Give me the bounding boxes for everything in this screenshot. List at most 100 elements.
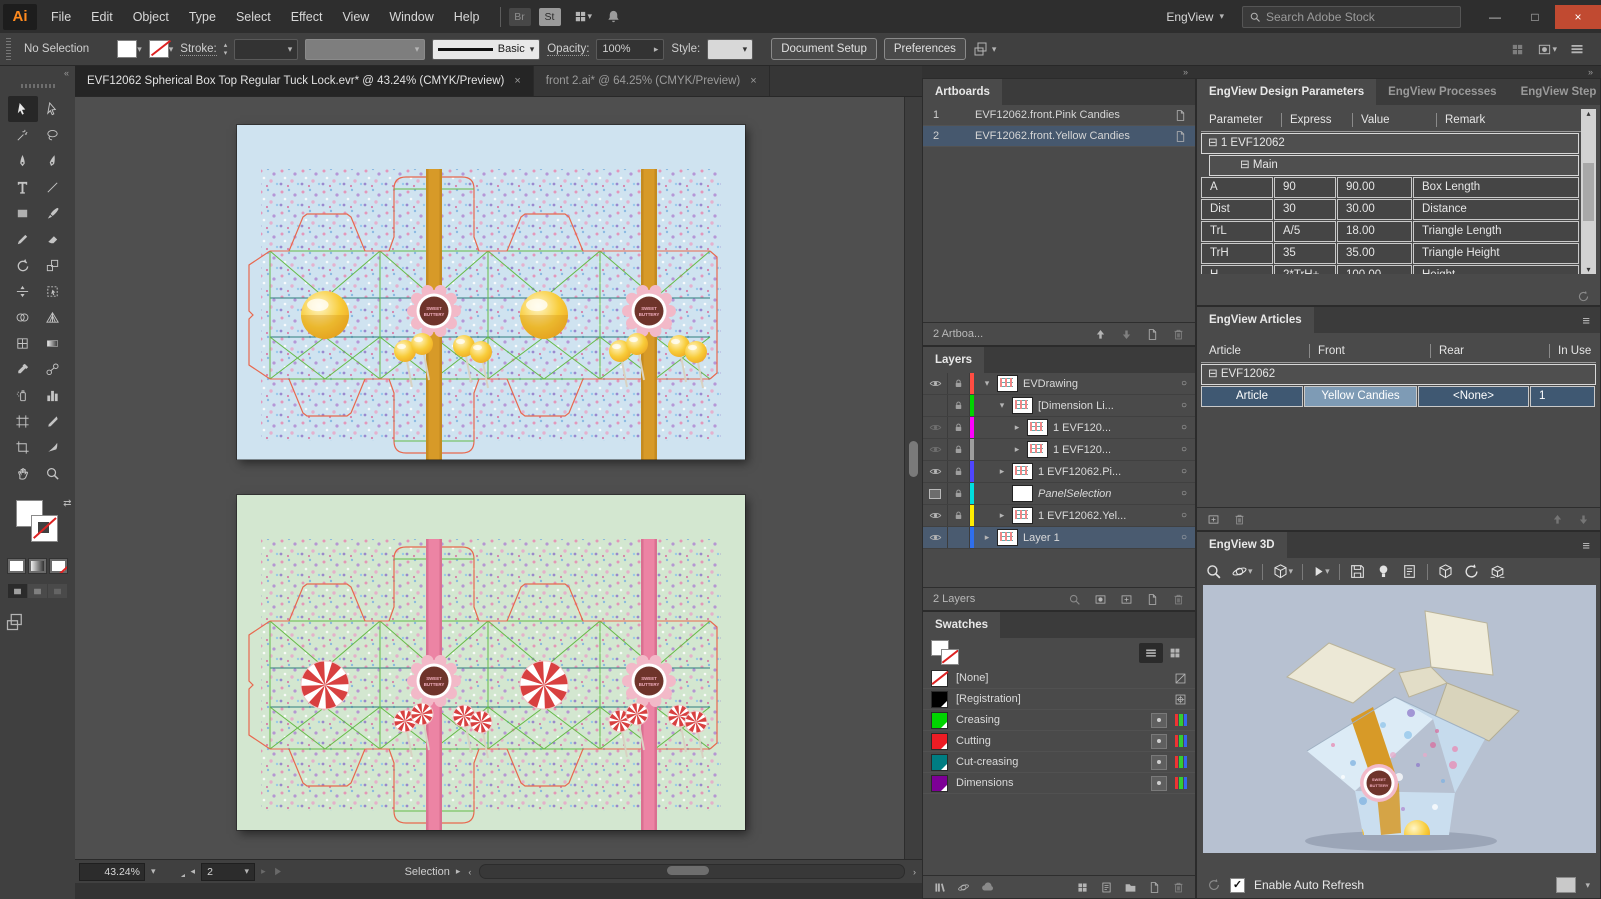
spot-color-button[interactable]: [1151, 755, 1167, 770]
layer-expand-icon[interactable]: ▸: [995, 467, 1009, 476]
new-sublayer-icon[interactable]: [1120, 593, 1133, 606]
preferences-button[interactable]: Preferences: [884, 38, 966, 60]
tool-zoom[interactable]: [38, 460, 68, 486]
3d-refresh-icon[interactable]: [1463, 563, 1480, 580]
swatch-row[interactable]: Cut-creasing: [923, 752, 1195, 773]
maximize-button[interactable]: □: [1515, 5, 1555, 29]
color-mode-icon[interactable]: [1175, 777, 1187, 789]
zoom-level-field[interactable]: 43.24%: [79, 863, 145, 881]
horizontal-scrollbar[interactable]: [479, 864, 905, 879]
artboard-navigation-field[interactable]: 2▾: [201, 863, 255, 881]
layer-name[interactable]: [Dimension Li...: [1038, 400, 1173, 412]
3d-zoom-icon[interactable]: [1205, 563, 1222, 580]
new-swatch-icon[interactable]: [1148, 881, 1161, 894]
color-themes-icon[interactable]: [957, 881, 970, 894]
layer-visibility-icon[interactable]: [923, 483, 948, 504]
document-layout-icon[interactable]: ▾: [1537, 42, 1557, 57]
tool-shape-builder[interactable]: [8, 304, 38, 330]
layer-lock-icon[interactable]: [948, 417, 970, 438]
spot-color-button[interactable]: [1151, 734, 1167, 749]
document-tab-active[interactable]: EVF12062 Spherical Box Top Regular Tuck …: [75, 66, 534, 96]
tool-symbol-sprayer[interactable]: [8, 382, 38, 408]
artboard-row-1[interactable]: 1 EVF12062.front.Pink Candies: [923, 105, 1195, 126]
tool-free-transform[interactable]: [38, 278, 68, 304]
tool-crop-image[interactable]: [8, 434, 38, 460]
tool-line-segment[interactable]: [38, 174, 68, 200]
parameters-table[interactable]: Parameter Express Value Remark ⊟ 1 EVF12…: [1201, 109, 1596, 274]
layer-target-icon[interactable]: ○: [1173, 466, 1195, 477]
tool-paintbrush[interactable]: [38, 200, 68, 226]
layer-row[interactable]: ▾ EVDrawing ○: [923, 373, 1195, 395]
document-setup-button[interactable]: Document Setup: [771, 38, 877, 60]
article-group-row[interactable]: ⊟ EVF12062: [1201, 364, 1596, 385]
layer-name[interactable]: 1 EVF12062.Yel...: [1038, 510, 1173, 522]
layer-target-icon[interactable]: ○: [1173, 510, 1195, 521]
delete-layer-icon[interactable]: [1172, 593, 1185, 606]
status-expand-icon[interactable]: ▸: [454, 866, 463, 877]
notification-bell-icon[interactable]: [606, 9, 621, 24]
make-mask-icon[interactable]: [1094, 593, 1107, 606]
layer-row[interactable]: ▸ 1 EVF120... ○: [923, 417, 1195, 439]
tool-curvature[interactable]: [38, 148, 68, 174]
stock-button[interactable]: St: [539, 8, 561, 26]
articles-panel-tab[interactable]: EngView Articles: [1197, 307, 1314, 333]
spot-color-button[interactable]: [1151, 713, 1167, 728]
draw-behind-mode[interactable]: [28, 584, 47, 598]
layer-thumbnail[interactable]: [1012, 485, 1033, 502]
tool-lasso[interactable]: [38, 122, 68, 148]
move-up-icon[interactable]: [1094, 328, 1107, 341]
3d-view-cube-icon[interactable]: ▾: [1272, 563, 1294, 580]
tab-design-parameters[interactable]: EngView Design Parameters: [1197, 79, 1376, 105]
engview-3d-panel-tab[interactable]: EngView 3D: [1197, 532, 1287, 558]
artboard-row-2-selected[interactable]: 2 EVF12062.front.Yellow Candies: [923, 126, 1195, 147]
layer-target-icon[interactable]: ○: [1173, 444, 1195, 455]
tool-direct-selection[interactable]: [38, 96, 68, 122]
menu-edit[interactable]: Edit: [81, 10, 123, 24]
tool-pen[interactable]: [8, 148, 38, 174]
zoom-dropdown-icon[interactable]: ▾: [149, 866, 158, 877]
tool-magic-wand[interactable]: [8, 122, 38, 148]
layer-expand-icon[interactable]: ▸: [1010, 445, 1024, 454]
layer-visibility-icon[interactable]: [923, 505, 948, 526]
artboard-canvas-yellow-candies[interactable]: SWEET BUTTERY SWEET BUTTERY: [237, 125, 745, 459]
3d-animate-icon[interactable]: ▾: [1312, 563, 1330, 580]
layer-name[interactable]: 1 EVF120...: [1053, 444, 1173, 456]
arrange-documents-icon[interactable]: [1510, 42, 1525, 57]
document-tab-inactive[interactable]: front 2.ai* @ 64.25% (CMYK/Preview) ×: [534, 66, 770, 96]
canvas-pasteboard[interactable]: SWEET BUTTERY SWEET BUTTERY SWEET BUTTER…: [75, 97, 922, 859]
layer-visibility-icon[interactable]: [923, 439, 948, 460]
artboard-canvas-pink-candies[interactable]: SWEET BUTTERY SWEET BUTTERY: [237, 495, 745, 830]
tool-artboard[interactable]: [8, 408, 38, 434]
artboard-page-icon[interactable]: [1174, 109, 1187, 122]
menu-window[interactable]: Window: [379, 10, 443, 24]
stock-search-field[interactable]: Search Adobe Stock: [1242, 6, 1461, 28]
bridge-button[interactable]: Br: [509, 8, 531, 26]
draw-inside-mode[interactable]: [48, 584, 67, 598]
stroke-swatch[interactable]: [31, 515, 58, 542]
layer-row[interactable]: ▸ 1 EVF12062.Pi... ○: [923, 461, 1195, 483]
swatch-options-icon[interactable]: [1100, 881, 1113, 894]
close-button[interactable]: ×: [1555, 5, 1601, 29]
next-artboard-icon[interactable]: ▸: [259, 866, 268, 877]
draw-normal-mode[interactable]: [8, 584, 27, 598]
swatches-panel-tab[interactable]: Swatches: [923, 612, 1000, 638]
toolbar-collapse-icon[interactable]: «: [0, 66, 75, 82]
toolbar-drag-handle[interactable]: [21, 84, 55, 88]
menu-view[interactable]: View: [332, 10, 379, 24]
artboard-page-icon[interactable]: [1174, 130, 1187, 143]
layer-target-icon[interactable]: ○: [1173, 532, 1195, 543]
layer-row[interactable]: PanelSelection ○: [923, 483, 1195, 505]
layer-row[interactable]: ▸ 1 EVF120... ○: [923, 439, 1195, 461]
style-dropdown[interactable]: ▾: [707, 39, 753, 60]
delete-swatch-icon[interactable]: [1172, 881, 1185, 894]
menu-object[interactable]: Object: [123, 10, 179, 24]
layer-expand-icon[interactable]: ▸: [1010, 423, 1024, 432]
parameter-subgroup-row[interactable]: ⊟ Main: [1209, 155, 1579, 176]
color-button[interactable]: [7, 558, 26, 574]
layer-name[interactable]: 1 EVF120...: [1053, 422, 1173, 434]
color-mode-icon[interactable]: [1175, 714, 1187, 726]
delete-artboard-icon[interactable]: [1172, 328, 1185, 341]
fill-stroke-control[interactable]: ⇄: [16, 500, 60, 546]
tool-perspective-grid[interactable]: [38, 304, 68, 330]
3d-fold-box-icon[interactable]: [1489, 563, 1506, 580]
